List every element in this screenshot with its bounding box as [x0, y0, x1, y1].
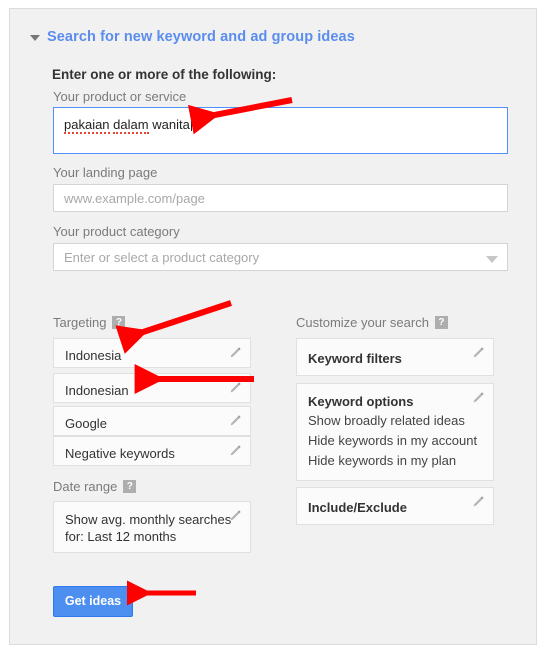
product-category-label: Your product category [53, 224, 180, 239]
date-range-box[interactable]: Show avg. monthly searches for: Last 12 … [53, 501, 251, 553]
keyword-options-box[interactable]: Keyword options Show broadly related ide… [296, 383, 494, 481]
include-exclude-box[interactable]: Include/Exclude [296, 487, 494, 525]
keyword-option-item: Hide keywords in my account [308, 433, 478, 448]
help-icon[interactable]: ? [123, 480, 137, 493]
keyword-options-label: Keyword options [308, 394, 414, 409]
targeting-item-label: Negative keywords [65, 446, 175, 461]
targeting-item-location[interactable]: Indonesia [53, 338, 251, 368]
targeting-item-language[interactable]: Indonesian [53, 373, 251, 403]
pencil-icon[interactable] [471, 495, 485, 509]
keyword-option-item: Show broadly related ideas [308, 413, 465, 428]
targeting-item-network[interactable]: Google [53, 406, 251, 436]
pencil-icon[interactable] [228, 509, 242, 523]
include-exclude-label: Include/Exclude [308, 500, 407, 515]
chevron-down-icon[interactable] [486, 256, 498, 263]
pencil-icon[interactable] [471, 346, 485, 360]
product-category-placeholder: Enter or select a product category [64, 250, 260, 265]
date-range-value: Show avg. monthly searches for: Last 12 … [65, 512, 232, 544]
help-icon[interactable]: ? [434, 316, 448, 329]
pencil-icon[interactable] [228, 444, 242, 458]
keyword-option-item: Hide keywords in my plan [308, 453, 457, 468]
date-range-heading-label: Date range [53, 479, 118, 494]
get-ideas-button[interactable]: Get ideas [53, 586, 133, 617]
customize-search-heading-label: Customize your search [296, 315, 429, 330]
landing-page-input[interactable]: www.example.com/page [53, 184, 508, 212]
targeting-heading-label: Targeting [53, 315, 107, 330]
panel-title[interactable]: Search for new keyword and ad group idea… [47, 29, 355, 45]
pencil-icon[interactable] [228, 381, 242, 395]
landing-page-placeholder: www.example.com/page [64, 191, 205, 206]
targeting-item-label: Indonesian [65, 383, 129, 398]
enter-instructions-heading: Enter one or more of the following: [52, 67, 277, 82]
panel-header-toggle[interactable]: Search for new keyword and ad group idea… [30, 29, 355, 45]
product-category-select[interactable]: Enter or select a product category [53, 243, 508, 271]
pencil-icon[interactable] [471, 391, 485, 405]
pencil-icon[interactable] [228, 414, 242, 428]
pencil-icon[interactable] [228, 346, 242, 360]
text-caret [190, 117, 192, 131]
date-range-heading: Date range ? [53, 479, 137, 494]
targeting-item-label: Indonesia [65, 348, 122, 363]
product-or-service-value: pakaian dalam wanita [64, 117, 192, 134]
customize-search-heading: Customize your search ? [296, 315, 448, 330]
keyword-filters-label: Keyword filters [308, 351, 402, 366]
landing-page-label: Your landing page [53, 165, 158, 180]
product-or-service-input[interactable]: pakaian dalam wanita [53, 107, 508, 154]
targeting-item-label: Google [65, 416, 107, 431]
keyword-filters-box[interactable]: Keyword filters [296, 338, 494, 376]
keyword-options-list: Show broadly related ideas Hide keywords… [308, 411, 477, 471]
product-or-service-label: Your product or service [53, 89, 187, 104]
keyword-planner-panel: Search for new keyword and ad group idea… [9, 8, 537, 645]
help-icon[interactable]: ? [112, 316, 126, 329]
chevron-down-icon[interactable] [30, 35, 40, 41]
targeting-heading: Targeting ? [53, 315, 126, 330]
targeting-item-negative-keywords[interactable]: Negative keywords [53, 436, 251, 466]
